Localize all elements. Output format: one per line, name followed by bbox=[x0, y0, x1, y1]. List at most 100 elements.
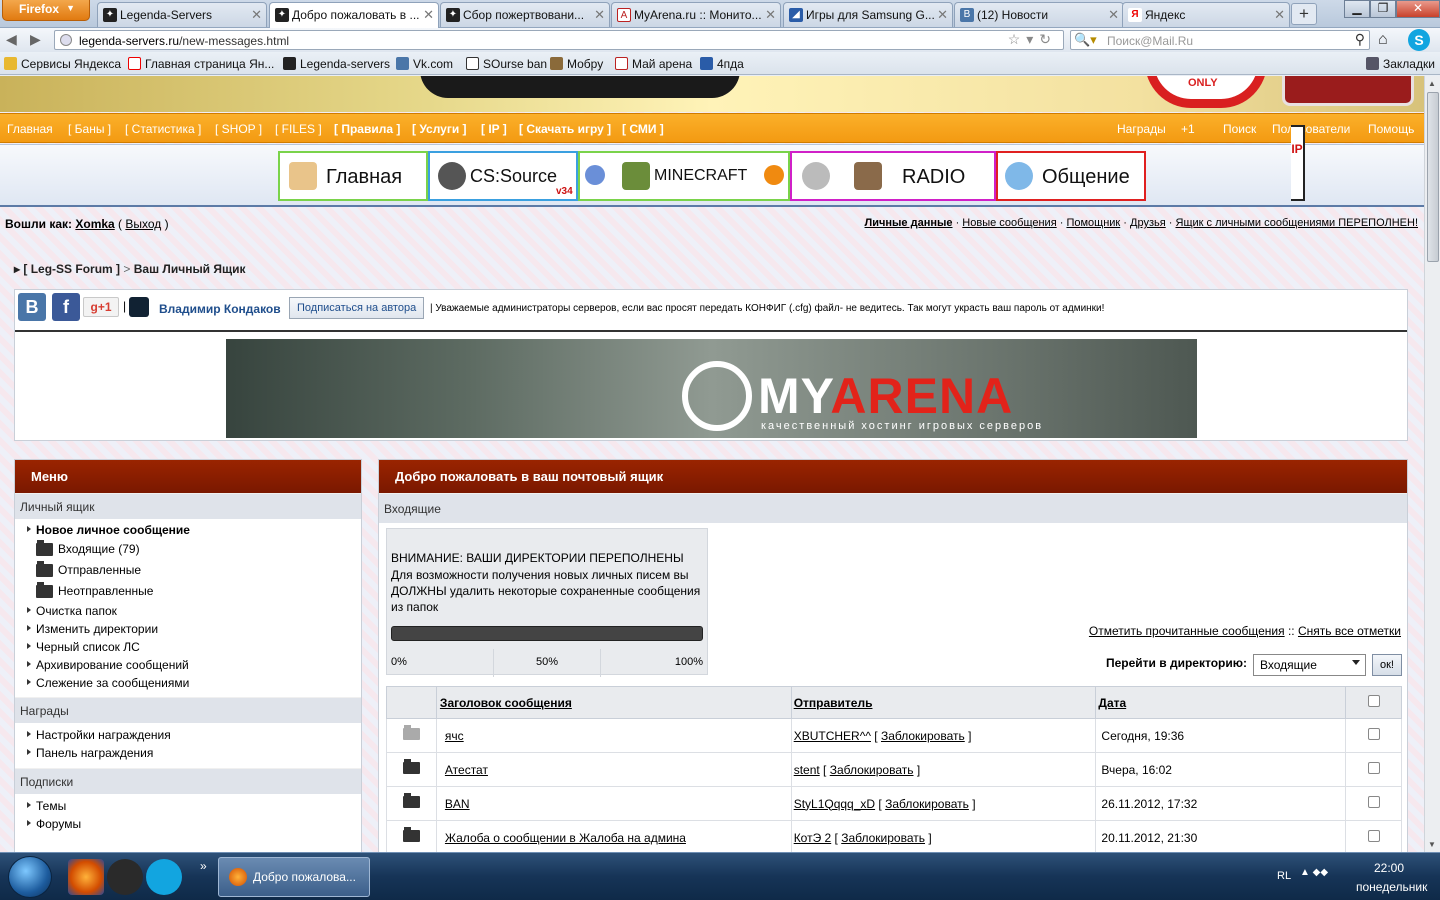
scroll-down-icon[interactable]: ▼ bbox=[1428, 840, 1436, 849]
vk-share-icon[interactable]: В bbox=[18, 293, 46, 321]
close-icon[interactable]: ✕ bbox=[765, 7, 776, 23]
search-bar[interactable]: 🔍▾ Поиск@Mail.Ru ⚲ bbox=[1070, 30, 1370, 50]
nav-search[interactable]: Поиск bbox=[1223, 122, 1256, 136]
youtube-badge[interactable] bbox=[1282, 76, 1414, 106]
message-subject-link[interactable]: Жалоба о сообщении в Жалоба на админа bbox=[445, 831, 686, 845]
message-subject-link[interactable]: BAN bbox=[445, 797, 470, 811]
sender-link[interactable]: stent bbox=[794, 763, 820, 777]
sidebar-folder-unsent[interactable]: Неотправленные bbox=[15, 582, 361, 604]
nav-download[interactable]: [ Скачать игру ] bbox=[519, 122, 611, 136]
sidebar-item-clean-folders[interactable]: Очистка папок bbox=[15, 604, 361, 622]
sender-sort-link[interactable]: Отправитель bbox=[794, 696, 873, 710]
home-icon[interactable]: ⌂ bbox=[1378, 31, 1388, 49]
sidebar-folder-sent[interactable]: Отправленные bbox=[15, 561, 361, 583]
breadcrumb-forum-link[interactable]: [ Leg-SS Forum ] bbox=[23, 262, 120, 276]
sidebar-item-new-message[interactable]: Новое личное сообщение bbox=[15, 523, 361, 541]
section-css[interactable]: CS:Source v34 bbox=[428, 151, 578, 201]
sidebar-item-edit-folders[interactable]: Изменить директории bbox=[15, 622, 361, 640]
nav-media[interactable]: [ СМИ ] bbox=[622, 122, 664, 136]
sender-link[interactable]: XBUTCHER^^ bbox=[794, 729, 871, 743]
back-icon[interactable]: ◀ bbox=[6, 31, 17, 48]
sidebar-item-blacklist[interactable]: Черный список ЛС bbox=[15, 640, 361, 658]
forward-icon[interactable]: ▶ bbox=[30, 31, 41, 48]
sidebar-item-topics[interactable]: Темы bbox=[15, 799, 361, 817]
sender-link[interactable]: КотЭ 2 bbox=[794, 831, 832, 845]
new-tab-button[interactable]: + bbox=[1291, 3, 1317, 25]
logout-link[interactable]: Выход bbox=[125, 217, 161, 231]
section-chat[interactable]: Общение bbox=[996, 151, 1146, 201]
block-sender-link[interactable]: Заблокировать bbox=[881, 729, 965, 743]
mark-read-link[interactable]: Отметить прочитанные сообщения bbox=[1089, 624, 1285, 638]
bookmark-item[interactable]: Vk.com bbox=[396, 57, 453, 71]
nav-services[interactable]: [ Услуги ] bbox=[412, 122, 467, 136]
close-icon[interactable]: ✕ bbox=[251, 7, 262, 23]
page-scrollbar[interactable]: ▲ ▼ bbox=[1424, 76, 1440, 852]
site-logo[interactable] bbox=[420, 76, 740, 98]
author-name[interactable]: Владимир Кондаков bbox=[159, 302, 281, 316]
close-icon[interactable]: ✕ bbox=[594, 7, 605, 23]
close-icon[interactable]: ✕ bbox=[423, 7, 434, 23]
taskbar-overflow-icon[interactable]: » bbox=[200, 859, 207, 873]
browser-tab[interactable]: ✦ Сбор пожертвовани... ✕ bbox=[440, 2, 610, 27]
maximize-button[interactable]: ❐ bbox=[1370, 0, 1396, 18]
message-checkbox[interactable] bbox=[1367, 830, 1380, 842]
table-row[interactable]: ячс XBUTCHER^^ [ Заблокировать ] Сегодня… bbox=[386, 718, 1402, 753]
firefox-icon[interactable] bbox=[68, 859, 104, 895]
sidebar-folder-inbox[interactable]: Входящие (79) bbox=[15, 540, 361, 562]
select-all-header[interactable] bbox=[1345, 686, 1402, 719]
table-row[interactable]: Жалоба о сообщении в Жалоба на админа Ко… bbox=[386, 820, 1402, 852]
new-messages-link[interactable]: Новые сообщения bbox=[962, 217, 1056, 229]
author-avatar[interactable] bbox=[129, 297, 149, 317]
nav-plus-one[interactable]: +1 bbox=[1181, 122, 1195, 136]
message-checkbox[interactable] bbox=[1367, 728, 1380, 740]
sidebar-item-forums[interactable]: Форумы bbox=[15, 817, 361, 835]
date-column-header[interactable]: Дата bbox=[1095, 686, 1347, 719]
go-button[interactable]: ок! bbox=[1372, 654, 1402, 676]
friends-link[interactable]: Друзья bbox=[1130, 217, 1166, 229]
nav-awards[interactable]: Награды bbox=[1117, 122, 1166, 136]
date-sort-link[interactable]: Дата bbox=[1098, 696, 1126, 710]
sidebar-item-tracking[interactable]: Слежение за сообщениями bbox=[15, 676, 361, 694]
google-plus-one-button[interactable]: g+1 bbox=[83, 297, 119, 317]
bookmark-item[interactable]: Legenda-servers bbox=[283, 57, 390, 71]
firefox-menu-button[interactable]: Firefox ▼ bbox=[2, 0, 90, 21]
bookmark-item[interactable]: Май арена bbox=[615, 57, 692, 71]
nav-users[interactable]: Пользователи bbox=[1272, 122, 1350, 136]
nav-bans[interactable]: [ Баны ] bbox=[68, 122, 111, 136]
counter-strike-icon[interactable] bbox=[107, 859, 143, 895]
username-link[interactable]: Xomka bbox=[75, 217, 114, 231]
sidebar-item-archive[interactable]: Архивирование сообщений bbox=[15, 658, 361, 676]
browser-tab[interactable]: B (12) Новости ✕ bbox=[954, 2, 1124, 27]
close-icon[interactable]: ✕ bbox=[1108, 7, 1119, 23]
nav-ip[interactable]: [ IP ] bbox=[481, 122, 507, 136]
table-row[interactable]: BAN StyL1Qqqq_xD [ Заблокировать ] 26.11… bbox=[386, 786, 1402, 821]
nav-rules[interactable]: [ Правила ] bbox=[334, 122, 400, 136]
scrollbar-thumb[interactable] bbox=[1427, 92, 1439, 262]
inbox-full-link[interactable]: Ящик с личными сообщениями ПЕРЕПОЛНЕН! bbox=[1176, 217, 1419, 229]
language-indicator[interactable]: RL bbox=[1277, 870, 1291, 882]
close-icon[interactable]: ✕ bbox=[1274, 7, 1285, 23]
nav-home[interactable]: Главная bbox=[7, 122, 53, 136]
facebook-share-icon[interactable]: f bbox=[52, 293, 80, 321]
clock[interactable]: 22:00 понедельник bbox=[1356, 859, 1427, 897]
bookmarks-menu[interactable]: Закладки bbox=[1366, 57, 1435, 71]
bookmark-item[interactable]: Мобру bbox=[550, 57, 603, 71]
sender-link[interactable]: StyL1Qqqq_xD bbox=[794, 797, 875, 811]
nav-shop[interactable]: [ SHOP ] bbox=[215, 122, 262, 136]
block-sender-link[interactable]: Заблокировать bbox=[830, 763, 914, 777]
helper-link[interactable]: Помощник bbox=[1066, 217, 1120, 229]
subject-column-header[interactable]: Заголовок сообщения bbox=[435, 686, 792, 719]
unmark-all-link[interactable]: Снять все отметки bbox=[1298, 624, 1401, 638]
system-tray-icons[interactable]: ▲ ◆◆ bbox=[1300, 867, 1328, 878]
skype-icon[interactable]: S bbox=[1408, 29, 1430, 51]
section-radio[interactable]: RADIO bbox=[790, 151, 996, 201]
url-bar[interactable]: legenda-servers.ru/new-messages.html ☆▾↻ bbox=[54, 30, 1064, 50]
message-subject-link[interactable]: Атестат bbox=[445, 763, 488, 777]
myarena-ad-banner[interactable]: MYARENA качественный хостинг игровых сер… bbox=[226, 339, 1197, 438]
sender-column-header[interactable]: Отправитель bbox=[790, 686, 1097, 719]
taskbar-window-button[interactable]: Добро пожалова... bbox=[218, 857, 370, 897]
browser-tab-active[interactable]: ✦ Добро пожаловать в ... ✕ bbox=[269, 2, 439, 28]
select-all-checkbox[interactable] bbox=[1367, 695, 1380, 707]
block-sender-link[interactable]: Заблокировать bbox=[841, 831, 925, 845]
search-engine-icon[interactable]: 🔍▾ bbox=[1074, 32, 1097, 48]
